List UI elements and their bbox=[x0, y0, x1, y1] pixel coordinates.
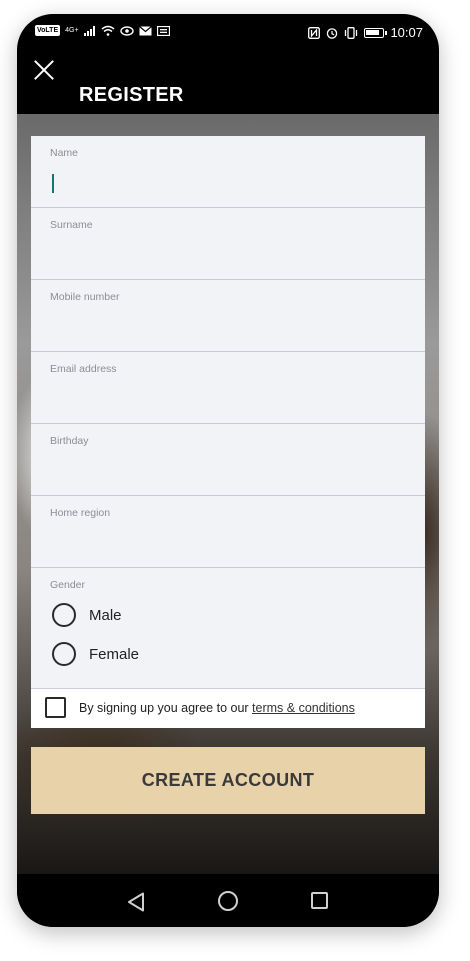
message-icon bbox=[156, 25, 170, 36]
birthday-field[interactable]: Birthday bbox=[31, 424, 425, 496]
terms-text: By signing up you agree to our terms & c… bbox=[79, 701, 355, 715]
surname-label: Surname bbox=[50, 219, 93, 231]
system-nav-bar bbox=[17, 874, 439, 927]
gender-option-male[interactable]: Male bbox=[52, 603, 122, 627]
terms-row: By signing up you agree to our terms & c… bbox=[31, 689, 425, 728]
page-title: REGISTER bbox=[79, 84, 184, 106]
mobile-number-input[interactable] bbox=[49, 314, 399, 340]
vibrate-icon bbox=[345, 26, 358, 39]
volte-badge: VoLTE bbox=[35, 25, 61, 36]
birthday-label: Birthday bbox=[50, 435, 89, 447]
gender-option-female[interactable]: Female bbox=[52, 642, 139, 666]
terms-checkbox[interactable] bbox=[45, 697, 66, 718]
status-bar: VoLTE 4G+ 10:07 bbox=[17, 14, 439, 52]
wifi-icon bbox=[101, 25, 115, 36]
home-icon[interactable] bbox=[218, 891, 238, 911]
back-icon[interactable] bbox=[127, 892, 145, 912]
create-account-button[interactable]: CREATE ACCOUNT bbox=[31, 747, 425, 814]
registration-form: Name Surname Mobile number Email address… bbox=[31, 136, 425, 728]
email-label: Email address bbox=[50, 363, 117, 375]
male-label: Male bbox=[89, 606, 122, 624]
name-label: Name bbox=[50, 147, 79, 159]
battery-icon bbox=[364, 27, 388, 38]
female-radio[interactable] bbox=[52, 642, 76, 666]
recent-apps-icon[interactable] bbox=[311, 892, 328, 909]
network-type: 4G+ bbox=[65, 27, 79, 34]
home-region-input[interactable] bbox=[49, 530, 399, 556]
name-field[interactable]: Name bbox=[31, 136, 425, 208]
mobile-number-label: Mobile number bbox=[50, 291, 120, 303]
surname-input[interactable] bbox=[49, 242, 399, 268]
name-input[interactable] bbox=[49, 170, 399, 196]
email-field[interactable]: Email address bbox=[31, 352, 425, 424]
phone-frame: VoLTE 4G+ 10:07 REGISTER Name Surname Mo… bbox=[17, 14, 439, 927]
alarm-icon bbox=[327, 27, 338, 39]
close-icon[interactable] bbox=[33, 58, 55, 80]
home-region-field[interactable]: Home region bbox=[31, 496, 425, 568]
gender-label: Gender bbox=[50, 579, 86, 591]
status-time: 10:07 bbox=[390, 25, 423, 40]
terms-link[interactable]: terms & conditions bbox=[252, 701, 355, 715]
male-radio[interactable] bbox=[52, 603, 76, 627]
terms-prefix: By signing up you agree to our bbox=[79, 701, 253, 715]
email-input[interactable] bbox=[49, 386, 399, 412]
mail-icon bbox=[138, 25, 152, 35]
nfc-icon bbox=[308, 26, 321, 39]
signal-icon bbox=[83, 25, 95, 36]
birthday-input[interactable] bbox=[49, 458, 399, 484]
mobile-number-field[interactable]: Mobile number bbox=[31, 280, 425, 352]
home-region-label: Home region bbox=[50, 507, 111, 519]
eye-icon bbox=[119, 26, 134, 36]
female-label: Female bbox=[89, 645, 140, 663]
surname-field[interactable]: Surname bbox=[31, 208, 425, 280]
gender-group: Gender Male Female bbox=[31, 568, 425, 689]
